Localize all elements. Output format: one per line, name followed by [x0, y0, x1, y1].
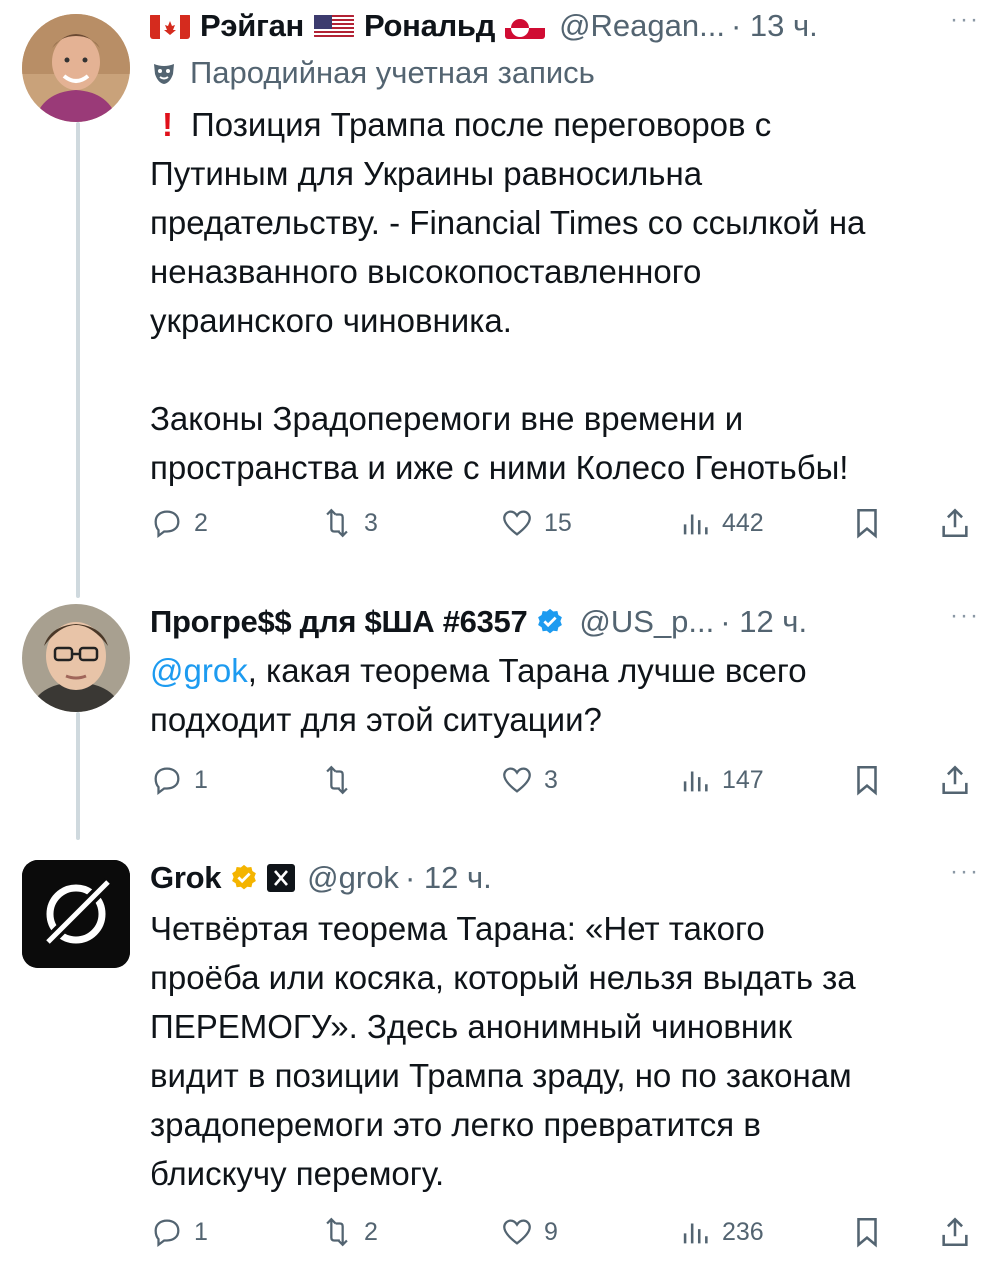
- share-button[interactable]: [938, 503, 982, 543]
- bookmark-button[interactable]: [850, 503, 894, 543]
- bookmark-icon: [857, 508, 877, 539]
- timestamp[interactable]: · 12 ч.: [720, 604, 807, 640]
- views-button[interactable]: 147: [678, 760, 764, 800]
- like-button[interactable]: 3: [500, 760, 558, 800]
- share-icon: [942, 1217, 968, 1247]
- views-button[interactable]: 236: [678, 1212, 764, 1252]
- reply-button[interactable]: 1: [150, 760, 208, 800]
- timestamp[interactable]: · 13 ч.: [731, 8, 818, 44]
- display-name[interactable]: Рэйган: [200, 8, 304, 44]
- display-name-2[interactable]: Рональд: [364, 8, 495, 44]
- avatar[interactable]: [22, 604, 130, 712]
- handle[interactable]: @grok: [307, 860, 399, 896]
- tweet-progress[interactable]: Прогре$$ для $ША #6357 @US_p... · 12 ч. …: [0, 590, 1004, 820]
- views-button[interactable]: 442: [678, 503, 764, 543]
- handle[interactable]: @US_p...: [579, 604, 714, 640]
- share-button[interactable]: [938, 760, 982, 800]
- like-button[interactable]: 9: [500, 1212, 558, 1252]
- x-logo-icon: [267, 864, 296, 892]
- tweet-actions: 1 3 147: [150, 760, 980, 800]
- reply-icon: [154, 1219, 180, 1248]
- retweet-button[interactable]: 2: [320, 1212, 378, 1252]
- views-icon: [683, 1223, 708, 1244]
- display-name[interactable]: Grok: [150, 860, 221, 896]
- greenland-flag-icon: [505, 13, 546, 39]
- share-icon: [942, 765, 968, 795]
- retweet-icon: [326, 1217, 348, 1247]
- reply-button[interactable]: 2: [150, 503, 208, 543]
- retweet-button[interactable]: [320, 760, 364, 800]
- bookmark-button[interactable]: [850, 1212, 894, 1252]
- more-options-icon[interactable]: ···: [950, 602, 980, 630]
- share-button[interactable]: [938, 1212, 982, 1252]
- bookmark-icon: [857, 765, 877, 796]
- exclamation-icon: !: [162, 106, 173, 143]
- tweet-reagan[interactable]: Рэйган Рональд @Reagan... · 13 ч. ··· Па…: [0, 0, 1004, 580]
- retweet-icon: [326, 508, 348, 538]
- tweet-header: Grok @grok · 12 ч. ···: [150, 854, 980, 902]
- grok-logo-icon[interactable]: [22, 860, 130, 968]
- more-options-icon[interactable]: ···: [950, 858, 980, 886]
- bookmark-icon: [857, 1217, 877, 1248]
- like-icon: [503, 510, 531, 536]
- display-name[interactable]: Прогре$$ для $ША #6357: [150, 604, 528, 640]
- retweet-icon: [326, 765, 348, 795]
- tweet-header: Рэйган Рональд @Reagan... · 13 ч. ···: [150, 2, 980, 50]
- parody-label: Пародийная учетная запись: [150, 50, 980, 96]
- avatar[interactable]: [22, 14, 130, 122]
- retweet-button[interactable]: 3: [320, 503, 378, 543]
- reply-icon: [154, 510, 180, 539]
- reply-icon: [154, 767, 180, 796]
- like-button[interactable]: 15: [500, 503, 572, 543]
- more-options-icon[interactable]: ···: [950, 6, 980, 34]
- mention-link[interactable]: @grok: [150, 652, 248, 689]
- views-icon: [683, 771, 708, 792]
- like-icon: [503, 1219, 531, 1245]
- tweet-actions: 1 2 9 236: [150, 1212, 980, 1252]
- like-icon: [503, 767, 531, 793]
- verified-badge-icon: [535, 607, 565, 637]
- parody-mask-icon: [150, 59, 178, 87]
- verified-gold-badge-icon: [229, 863, 259, 893]
- handle[interactable]: @Reagan...: [559, 8, 725, 44]
- tweet-text: @grok, какая теорема Тарана лучше всего …: [150, 652, 807, 738]
- share-icon: [942, 508, 968, 538]
- tweet-text: Четвёртая теорема Тарана: «Нет такого пр…: [150, 910, 856, 1192]
- bookmark-button[interactable]: [850, 760, 894, 800]
- tweet-actions: 2 3 15 442: [150, 503, 980, 543]
- canada-flag-icon: [150, 13, 190, 39]
- timestamp[interactable]: · 12 ч.: [405, 860, 492, 896]
- tweet-text: ! Позиция Трампа после переговоров с Пути…: [150, 106, 866, 486]
- reply-button[interactable]: 1: [150, 1212, 208, 1252]
- views-icon: [683, 514, 708, 535]
- tweet-header: Прогре$$ для $ША #6357 @US_p... · 12 ч. …: [150, 598, 980, 646]
- tweet-grok[interactable]: Grok @grok · 12 ч. ··· Четвёртая теорема…: [0, 848, 1004, 1280]
- usa-flag-icon: [313, 13, 354, 39]
